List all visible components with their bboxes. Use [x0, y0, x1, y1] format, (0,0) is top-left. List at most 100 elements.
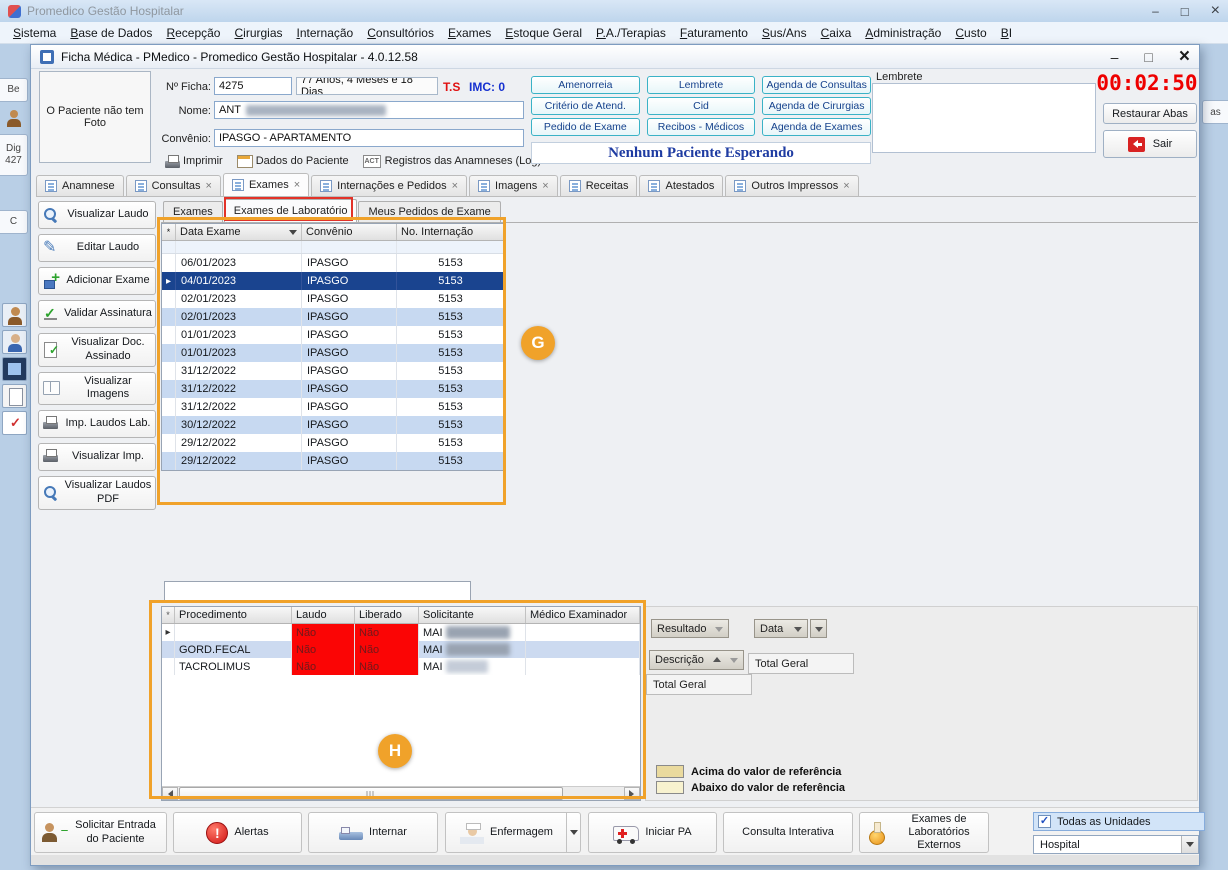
dropdown-arrow-icon[interactable] — [1181, 836, 1198, 853]
toolbar-button[interactable]: Iniciar PA — [588, 812, 717, 853]
dock-tab-c[interactable]: C — [0, 210, 28, 234]
menu-item[interactable]: Exames — [441, 23, 498, 43]
menu-item[interactable]: Sus/Ans — [755, 23, 814, 43]
person-orange-icon[interactable] — [2, 303, 27, 327]
sidebar-button[interactable]: Editar Laudo — [38, 234, 156, 262]
tab[interactable]: Anamnese — [36, 175, 124, 196]
quick-action-button[interactable]: Agenda de Cirurgias — [762, 97, 871, 115]
table-row[interactable]: 30/12/2022 IPASGO 5153 — [162, 416, 505, 434]
tab[interactable]: Consultas — [126, 175, 221, 196]
toolbar-button[interactable]: Alertas — [173, 812, 302, 853]
scroll-left-icon[interactable] — [162, 787, 178, 800]
tab-close-icon[interactable] — [542, 180, 548, 192]
column-header-internacao[interactable]: No. Internação — [397, 224, 505, 240]
sidebar-button[interactable]: Visualizar Laudos PDF — [38, 476, 156, 510]
pivot-field-resultado[interactable]: Resultado — [651, 619, 729, 638]
subtab[interactable]: Exames de Laboratório — [224, 199, 358, 222]
column-header-convenio[interactable]: Convênio — [302, 224, 397, 240]
tab-close-icon[interactable] — [452, 180, 458, 192]
ts-button[interactable]: T.S — [443, 80, 460, 94]
close-icon[interactable] — [1211, 3, 1220, 19]
ficha-field[interactable]: 4275 — [214, 77, 292, 95]
table-row[interactable]: 06/01/2023 IPASGO 5153 — [162, 254, 505, 272]
notes-field[interactable] — [164, 581, 471, 602]
lembrete-box[interactable] — [872, 83, 1096, 153]
horizontal-scrollbar[interactable] — [162, 786, 640, 800]
convenio-field[interactable]: IPASGO - APARTAMENTO — [214, 129, 524, 147]
table-row[interactable]: 31/12/2022 IPASGO 5153 — [162, 380, 505, 398]
menu-item[interactable]: Consultórios — [360, 23, 441, 43]
sidebar-button[interactable]: Visualizar Imp. — [38, 443, 156, 471]
menu-item[interactable]: Caixa — [814, 23, 859, 43]
menu-item[interactable]: Custo — [948, 23, 993, 43]
menu-item[interactable]: Administração — [858, 23, 948, 43]
scroll-right-icon[interactable] — [624, 787, 640, 800]
column-header-data-exame[interactable]: Data Exame — [176, 224, 302, 240]
tab-close-icon[interactable] — [294, 179, 300, 191]
minimize-icon[interactable] — [1152, 5, 1159, 17]
close-icon[interactable] — [1179, 46, 1190, 68]
menu-item[interactable]: BI — [994, 23, 1019, 43]
sidebar-button[interactable]: Validar Assinatura — [38, 300, 156, 328]
menu-item[interactable]: Estoque Geral — [498, 23, 589, 43]
quick-action-button[interactable]: Amenorreia — [531, 76, 640, 94]
table-row[interactable]: 29/12/2022 IPASGO 5153 — [162, 452, 505, 470]
pivot-data-filter-button[interactable] — [810, 619, 827, 638]
quick-action-button[interactable]: Critério de Atend. — [531, 97, 640, 115]
dock-tab-right[interactable]: as — [1202, 100, 1228, 124]
tab[interactable]: Exames — [223, 173, 309, 196]
tab-close-icon[interactable] — [843, 180, 849, 192]
toolbar-button[interactable]: Exames de Laboratórios Externos — [859, 812, 989, 853]
table-row[interactable]: Não Não MAI — [162, 624, 640, 641]
quick-action-button[interactable]: Recibos - Médicos — [647, 118, 756, 136]
dock-tab-left[interactable]: Be — [0, 78, 28, 102]
checklist-icon[interactable] — [2, 411, 27, 435]
menu-item[interactable]: Recepção — [159, 23, 227, 43]
tab[interactable]: Imagens — [469, 175, 558, 196]
menu-item[interactable]: Sistema — [6, 23, 63, 43]
table-row[interactable]: GORD.FECAL Não Não MAI — [162, 641, 640, 658]
registros-anamneses-button[interactable]: ACTRegistros das Anamneses (Log) — [363, 155, 542, 168]
menu-item[interactable]: P.A./Terapias — [589, 23, 673, 43]
quick-action-button[interactable]: Agenda de Consultas — [762, 76, 871, 94]
imprimir-button[interactable]: Imprimir — [164, 154, 223, 168]
todas-unidades-option[interactable]: Todas as Unidades — [1033, 812, 1205, 831]
menu-item[interactable]: Base de Dados — [63, 23, 159, 43]
sidebar-button[interactable]: Visualizar Imagens — [38, 372, 156, 406]
table-row[interactable]: 31/12/2022 IPASGO 5153 — [162, 398, 505, 416]
scrollbar-thumb[interactable] — [179, 787, 563, 800]
table-row[interactable]: 02/01/2023 IPASGO 5153 — [162, 308, 505, 326]
dados-paciente-button[interactable]: Dados do Paciente — [237, 154, 349, 168]
filter-row[interactable] — [162, 241, 505, 254]
tab[interactable]: Atestados — [639, 175, 723, 196]
menu-item[interactable]: Internação — [290, 23, 361, 43]
monitor-icon[interactable] — [2, 357, 27, 381]
quick-action-button[interactable]: Agenda de Exames — [762, 118, 871, 136]
tab[interactable]: Outros Impressos — [725, 175, 858, 196]
document-icon[interactable] — [2, 384, 27, 408]
toolbar-button[interactable]: Solicitar Entrada do Paciente — [34, 812, 167, 853]
table-row[interactable]: 01/01/2023 IPASGO 5153 — [162, 344, 505, 362]
sidebar-button[interactable]: Adicionar Exame — [38, 267, 156, 295]
quick-action-button[interactable]: Pedido de Exame — [531, 118, 640, 136]
subtab[interactable]: Meus Pedidos de Exame — [358, 201, 500, 222]
column-header-liberado[interactable]: Liberado — [355, 607, 419, 623]
column-header-medico[interactable]: Médico Examinador — [526, 607, 640, 623]
nome-field[interactable]: ANT — [214, 101, 524, 119]
menu-item[interactable]: Cirurgias — [227, 23, 289, 43]
dock-tab-person[interactable] — [0, 106, 28, 130]
table-row[interactable]: 02/01/2023 IPASGO 5153 — [162, 290, 505, 308]
table-row[interactable]: 29/12/2022 IPASGO 5153 — [162, 434, 505, 452]
dropdown-arrow-icon[interactable] — [566, 813, 580, 852]
toolbar-button[interactable]: Consulta Interativa — [723, 812, 853, 853]
unidade-select[interactable]: Hospital — [1033, 835, 1199, 854]
person-blue-icon[interactable] — [2, 330, 27, 354]
sair-button[interactable]: Sair — [1103, 130, 1197, 158]
pivot-field-data[interactable]: Data — [754, 619, 808, 638]
table-row[interactable]: TACROLIMUS Não Não MAI — [162, 658, 640, 675]
window-titlebar[interactable]: Ficha Médica - PMedico - Promedico Gestã… — [31, 45, 1199, 69]
column-header-solicitante[interactable]: Solicitante — [419, 607, 526, 623]
tab[interactable]: Receitas — [560, 175, 638, 196]
dock-tab-dig[interactable]: Dig427 — [0, 134, 28, 176]
tab-close-icon[interactable] — [206, 180, 212, 192]
